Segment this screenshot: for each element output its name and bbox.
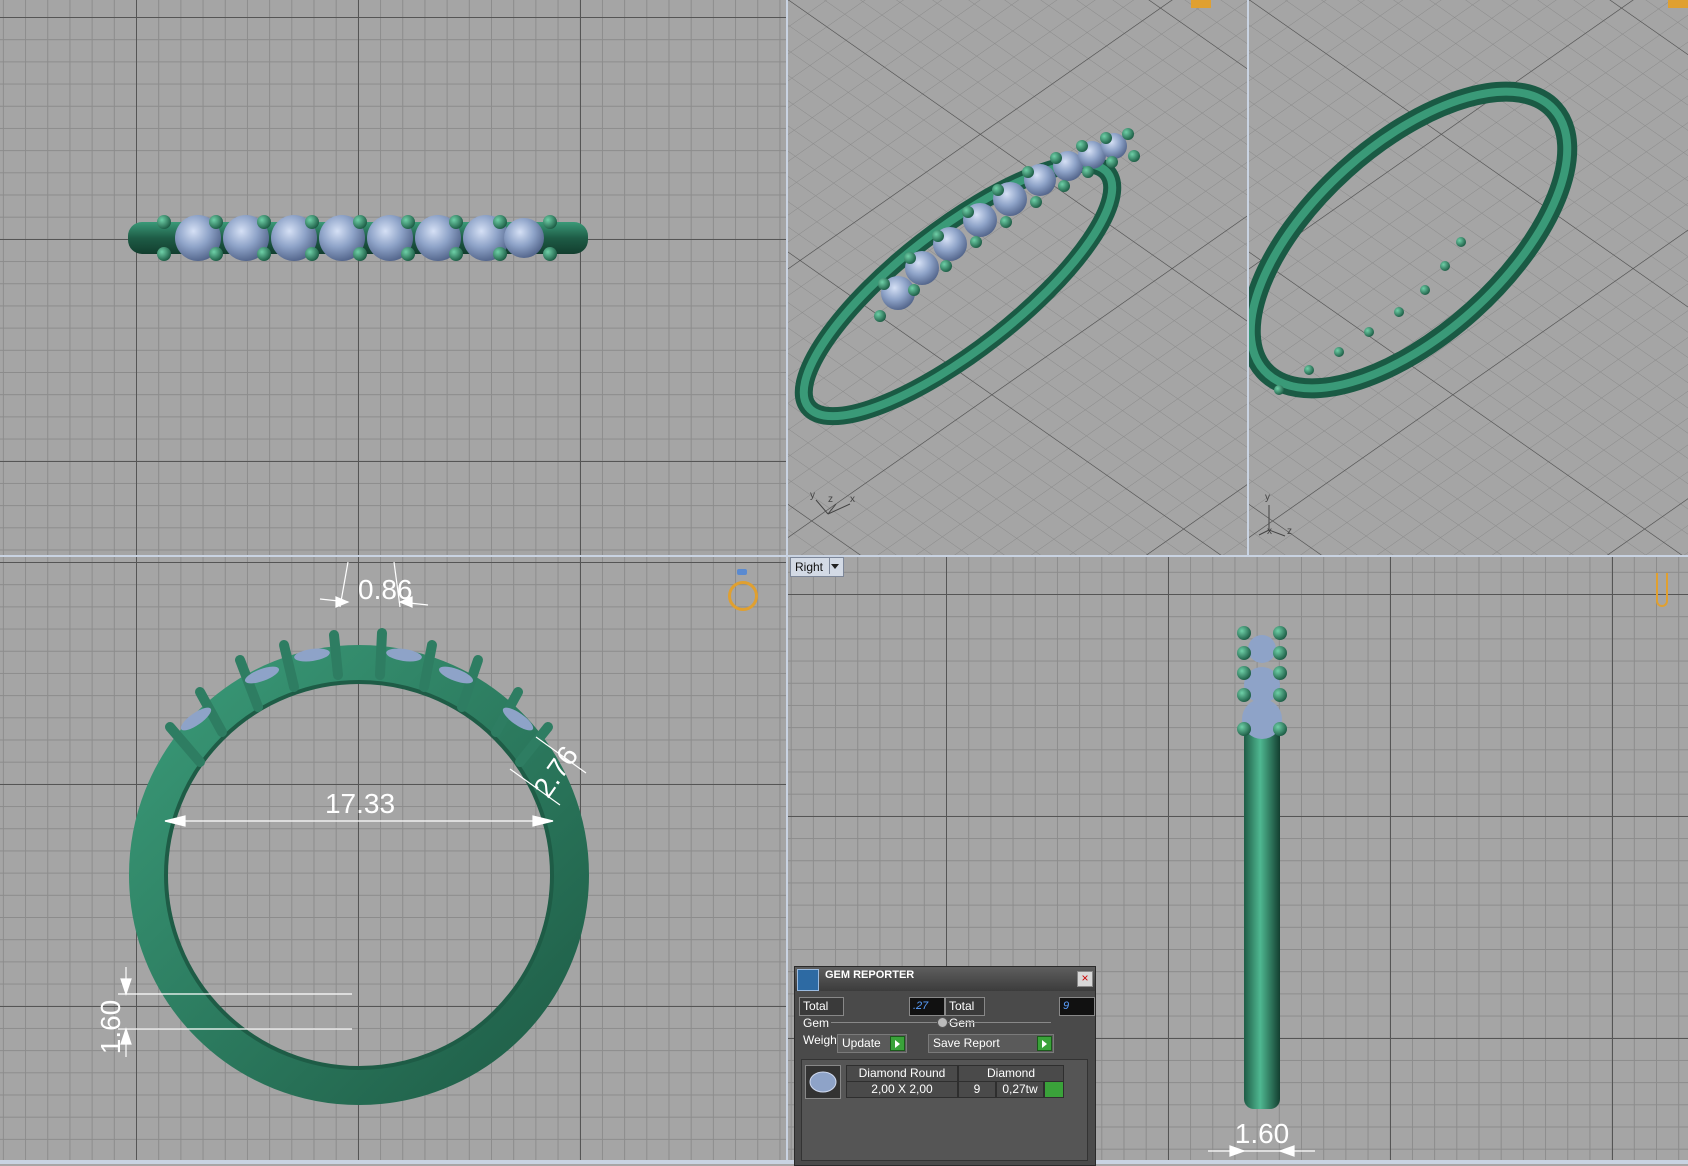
dim-inner-diameter: 17.33 bbox=[325, 788, 395, 819]
gem-weight-cell: 0,27tw bbox=[996, 1081, 1044, 1098]
viewport-perspective-b[interactable]: y x z bbox=[1249, 0, 1688, 555]
gem-reporter-logo-icon bbox=[797, 969, 819, 991]
gem-thumbnail-icon bbox=[805, 1065, 841, 1099]
view-cube-icon[interactable] bbox=[1191, 0, 1211, 8]
viewport-top[interactable] bbox=[0, 0, 786, 555]
side-view-icon[interactable] bbox=[1656, 573, 1668, 607]
view-selector-label: Right bbox=[795, 560, 824, 574]
save-report-button[interactable]: Save Report bbox=[928, 1034, 1054, 1053]
gem-reporter-panel: GEM REPORTER × Total Gem Weight .27 Tota… bbox=[794, 966, 1096, 1166]
slider-knob[interactable] bbox=[937, 1017, 948, 1028]
save-report-label: Save Report bbox=[933, 1036, 1000, 1050]
ring-front-view: 0.86 2.76 17.33 1.60 bbox=[95, 561, 589, 1105]
dim-right-band-width: 1.60 bbox=[1235, 1118, 1290, 1149]
dim-prong-width: 0.86 bbox=[358, 574, 413, 605]
close-icon[interactable]: × bbox=[1077, 971, 1093, 987]
gem-slider[interactable] bbox=[831, 1017, 1051, 1028]
axis-label-x: x bbox=[850, 494, 855, 505]
ring-view-icon[interactable] bbox=[728, 581, 758, 611]
viewport-perspective-a[interactable]: y z x bbox=[788, 0, 1247, 555]
axis-label-z2: z bbox=[1287, 526, 1292, 537]
ring-perspective-b bbox=[1249, 0, 1688, 555]
total-gem-weight-label: Total Gem Weight bbox=[799, 997, 845, 1047]
gem-count-cell: 9 bbox=[958, 1081, 996, 1098]
axis-label-y: y bbox=[810, 490, 815, 501]
dim-band-thickness: 1.60 bbox=[95, 1000, 126, 1055]
ring-top-view bbox=[128, 215, 588, 261]
gem-size-cell: 2,00 X 2,00 bbox=[846, 1081, 958, 1098]
total-gem-count-label: Total Gem Count bbox=[945, 997, 986, 1047]
view-selector[interactable]: Right bbox=[790, 557, 845, 577]
gem-shape-cell: Diamond Round bbox=[846, 1065, 958, 1082]
update-play-icon[interactable] bbox=[890, 1036, 905, 1051]
viewport-divider-v2 bbox=[1247, 0, 1249, 555]
axis-label-z: z bbox=[828, 494, 833, 505]
viewport-divider-v1 bbox=[786, 0, 788, 1164]
axis-label-y2: y bbox=[1265, 492, 1270, 503]
save-report-play-icon[interactable] bbox=[1037, 1036, 1052, 1051]
gem-reporter-titlebar[interactable]: GEM REPORTER × bbox=[795, 967, 1095, 991]
update-label: Update bbox=[842, 1036, 881, 1050]
ring-perspective-a bbox=[788, 0, 1247, 555]
chevron-down-icon[interactable] bbox=[829, 558, 840, 574]
viewport-front[interactable]: 0.86 2.76 17.33 1.60 bbox=[0, 557, 786, 1164]
gem-material-cell: Diamond bbox=[958, 1065, 1064, 1082]
axis-label-x2: x bbox=[1267, 526, 1272, 537]
view-cube-icon-2[interactable] bbox=[1668, 0, 1688, 8]
gem-list: Diamond Round Diamond 2,00 X 2,00 9 0,27… bbox=[801, 1059, 1088, 1161]
total-gem-weight-value: .27 bbox=[909, 997, 945, 1016]
update-button[interactable]: Update bbox=[837, 1034, 907, 1053]
gem-reporter-title: GEM REPORTER bbox=[825, 969, 915, 981]
total-gem-count-value: 9 bbox=[1059, 997, 1095, 1016]
gem-indicator-icon bbox=[737, 569, 747, 575]
gem-row-play-icon[interactable] bbox=[1044, 1081, 1064, 1098]
viewport-divider-h bbox=[0, 555, 1688, 557]
